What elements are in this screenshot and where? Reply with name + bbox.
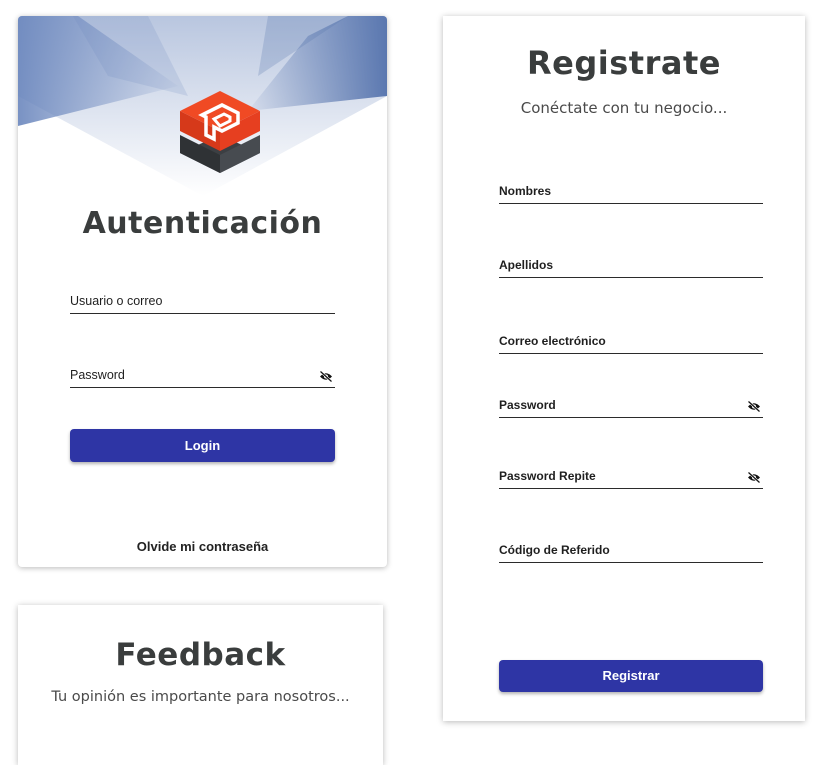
forgot-password-link[interactable]: Olvide mi contraseña: [18, 539, 387, 554]
visibility-off-icon[interactable]: [319, 371, 333, 382]
last-name-label: Apellidos: [499, 258, 554, 272]
visibility-off-icon[interactable]: [747, 401, 761, 412]
register-password-field[interactable]: Password: [499, 391, 763, 418]
email-label: Correo electrónico: [499, 334, 606, 348]
first-name-field[interactable]: Nombres: [499, 177, 763, 204]
feedback-subtitle: Tu opinión es importante para nosotros..…: [51, 689, 350, 705]
first-name-label: Nombres: [499, 184, 552, 198]
login-card: Autenticación Usuario o correo Password …: [18, 16, 387, 567]
register-title: Registrate: [527, 44, 721, 82]
register-button[interactable]: Registrar: [499, 660, 763, 692]
username-field[interactable]: Usuario o correo: [70, 287, 335, 314]
password-label: Password: [70, 368, 125, 382]
register-card: Registrate Conéctate con tu negocio... N…: [443, 16, 805, 721]
register-subtitle: Conéctate con tu negocio...: [520, 99, 728, 117]
login-button[interactable]: Login: [70, 429, 335, 462]
email-field[interactable]: Correo electrónico: [499, 327, 763, 354]
login-title: Autenticación: [82, 206, 323, 241]
repeat-password-field[interactable]: Password Repite: [499, 462, 763, 489]
visibility-off-icon[interactable]: [747, 472, 761, 483]
feedback-card: Feedback Tu opinión es importante para n…: [18, 605, 383, 765]
username-label: Usuario o correo: [70, 294, 163, 308]
referral-code-label: Código de Referido: [499, 543, 610, 557]
feedback-title: Feedback: [115, 637, 286, 673]
last-name-field[interactable]: Apellidos: [499, 251, 763, 278]
referral-code-field[interactable]: Código de Referido: [499, 536, 763, 563]
register-password-label: Password: [499, 398, 556, 412]
repeat-password-label: Password Repite: [499, 469, 596, 483]
password-field[interactable]: Password: [70, 361, 335, 388]
brand-logo: [180, 91, 260, 173]
